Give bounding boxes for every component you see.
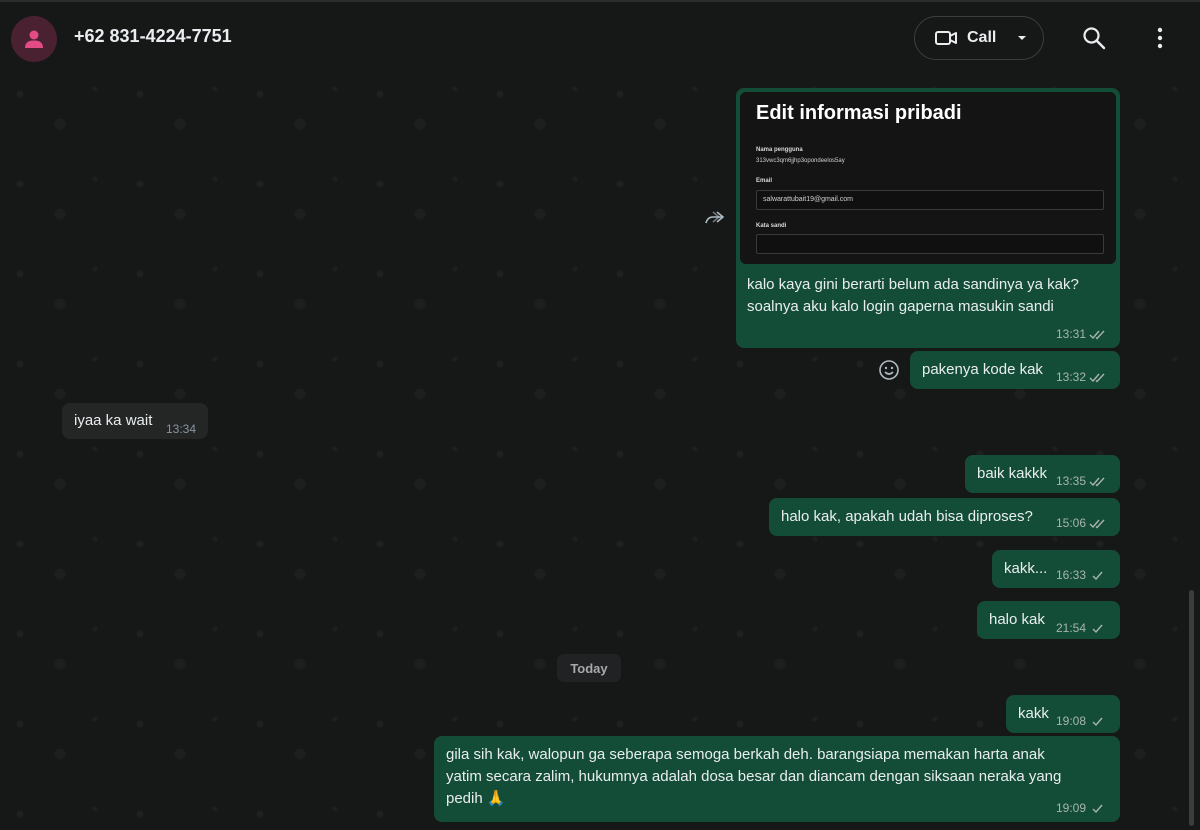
message-line: soalnya aku kalo login gaperna masukin s… — [747, 298, 1054, 315]
check-icon — [1092, 717, 1103, 726]
message-meta: 19:08 — [1056, 714, 1106, 728]
message-time: 13:32 — [1056, 370, 1087, 384]
contact-name[interactable]: +62 831-4224-7751 — [74, 26, 232, 47]
image-username-label: Nama pengguna — [756, 147, 803, 153]
image-title: Edit informasi pribadi — [756, 102, 962, 124]
double-check-icon — [1089, 330, 1105, 340]
video-camera-icon — [935, 31, 957, 45]
message-meta: 13:35 — [1056, 474, 1106, 488]
message-meta: 13:32 — [1056, 370, 1106, 384]
image-attachment[interactable]: Edit informasi pribadi Nama pengguna 313… — [740, 92, 1116, 264]
message-text: iyaa ka wait — [74, 412, 153, 429]
image-username-value: 313vwc3qm6jjhp3opondeelos5ay — [756, 158, 845, 164]
message-time: 19:08 — [1056, 714, 1087, 728]
double-check-icon — [1089, 477, 1105, 487]
message-time: 13:34 — [166, 422, 197, 436]
message-line: yatim secara zalim, hukumnya adalah dosa… — [446, 768, 1062, 785]
avatar[interactable] — [11, 16, 57, 62]
message-meta: 15:06 — [1056, 516, 1106, 530]
message-meta: 16:33 — [1056, 568, 1106, 582]
call-label: Call — [967, 29, 997, 46]
message-bubble-outgoing[interactable]: gila sih kak, walopun ga seberapa semoga… — [434, 736, 1120, 822]
check-icon — [1092, 624, 1103, 633]
message-meta: 21:54 — [1056, 621, 1106, 635]
message-time: 19:09 — [1056, 801, 1087, 815]
message-time: 13:35 — [1056, 474, 1087, 488]
double-check-icon — [1089, 519, 1105, 529]
message-text: pakenya kode kak — [922, 361, 1043, 378]
chat-header: +62 831-4224-7751 Call — [0, 0, 1200, 74]
message-meta: 13:34 — [166, 422, 196, 436]
person-icon — [25, 30, 43, 48]
message-time: 16:33 — [1056, 568, 1087, 582]
search-icon — [1083, 27, 1106, 50]
image-password-label: Kata sandi — [756, 223, 787, 229]
message-time: 13:31 — [1056, 327, 1087, 341]
message-line: pedih 🙏 — [446, 790, 506, 807]
check-icon — [1092, 804, 1103, 813]
message-time: 15:06 — [1056, 516, 1087, 530]
double-check-icon — [1089, 373, 1105, 383]
message-text: halo kak, apakah udah bisa diproses? — [781, 508, 1033, 525]
message-meta: 19:09 — [1056, 801, 1106, 815]
image-password-box — [756, 234, 1104, 254]
forward-button[interactable] — [704, 210, 726, 231]
chevron-down-icon — [1018, 36, 1027, 40]
message-text: halo kak — [989, 611, 1045, 628]
scrollbar[interactable] — [1189, 590, 1194, 826]
search-button[interactable] — [1082, 26, 1108, 52]
message-line: kalo kaya gini berarti belum ada sandiny… — [747, 276, 1079, 293]
image-email-value: salwarattubait19@gmail.com — [763, 196, 853, 203]
image-email-box: salwarattubait19@gmail.com — [756, 190, 1104, 210]
message-text: kalo kaya gini berarti belum ada sandiny… — [747, 274, 1079, 318]
check-icon — [1092, 571, 1103, 580]
message-text: kakk — [1018, 705, 1049, 722]
forward-icon — [705, 211, 725, 224]
message-time: 21:54 — [1056, 621, 1087, 635]
message-text: baik kakkk — [977, 465, 1048, 482]
call-button[interactable]: Call — [914, 16, 1044, 60]
message-text: kakk... — [1004, 560, 1048, 577]
emoji-button[interactable] — [878, 359, 900, 386]
day-divider: Today — [557, 654, 621, 682]
menu-button[interactable] — [1148, 26, 1172, 52]
more-vertical-icon — [1157, 27, 1163, 49]
image-email-label: Email — [756, 178, 773, 184]
emoji-icon — [879, 360, 899, 380]
message-line: gila sih kak, walopun ga seberapa semoga… — [446, 746, 1045, 763]
message-meta: 13:31 — [1056, 327, 1106, 341]
